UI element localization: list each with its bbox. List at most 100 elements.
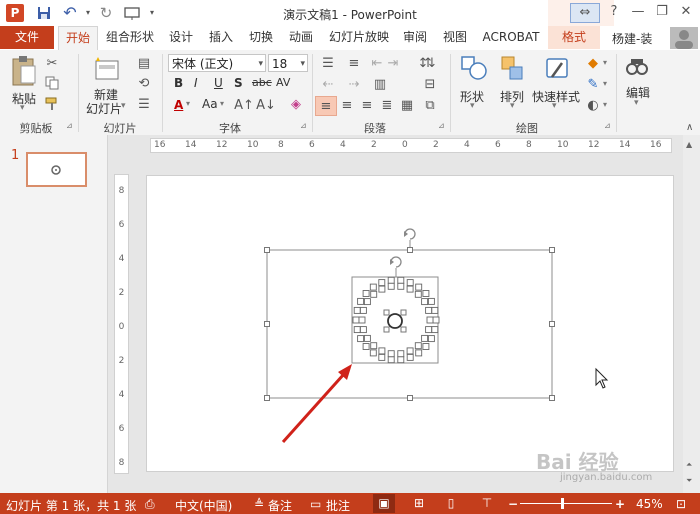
ring-point bbox=[359, 326, 367, 334]
comments-button[interactable]: 批注 bbox=[326, 497, 350, 514]
ring-point bbox=[369, 283, 377, 291]
ruler-tick-label: 14 bbox=[619, 140, 631, 150]
center-handle bbox=[400, 309, 407, 316]
ring-point bbox=[397, 282, 405, 290]
ring-point bbox=[414, 290, 422, 298]
ring-point bbox=[369, 349, 377, 357]
ruler-tick-label: 2 bbox=[433, 140, 439, 150]
ring-point bbox=[422, 290, 430, 297]
spell-check-icon[interactable]: ⎙ bbox=[145, 497, 155, 512]
group-resize-handle[interactable] bbox=[549, 247, 555, 253]
ruler-tick-label: 14 bbox=[185, 140, 197, 150]
selection-overlay bbox=[266, 228, 609, 444]
ring-point bbox=[427, 335, 435, 343]
ruler-tick-label: 0 bbox=[402, 140, 408, 150]
notes-icon[interactable]: ≜ bbox=[254, 497, 264, 511]
ring-point bbox=[353, 306, 361, 314]
ring-point bbox=[378, 279, 386, 287]
ruler-tick-label: 8 bbox=[278, 140, 284, 150]
ring-point bbox=[357, 335, 365, 343]
ruler-tick-label: 12 bbox=[216, 140, 228, 150]
ring-point bbox=[397, 356, 405, 364]
zoom-level[interactable]: 45% bbox=[636, 497, 663, 511]
ring-point bbox=[370, 342, 378, 350]
shape-rotate-handle-icon bbox=[390, 256, 402, 268]
ring-point bbox=[421, 298, 429, 306]
slide-sorter-view-button[interactable]: ⊞ bbox=[408, 494, 430, 513]
group-resize-handle[interactable] bbox=[407, 395, 413, 401]
ring-point bbox=[387, 356, 395, 364]
ruler-tick-label: 6 bbox=[118, 220, 125, 230]
ring-point bbox=[431, 326, 439, 334]
ring-point bbox=[362, 343, 370, 350]
ring-point bbox=[425, 326, 433, 334]
zoom-slider-track[interactable] bbox=[520, 503, 612, 504]
ruler-tick-label: 10 bbox=[557, 140, 569, 150]
ruler-tick-label: 6 bbox=[495, 140, 501, 150]
normal-view-button[interactable]: ▣ bbox=[373, 494, 395, 513]
ring-point bbox=[358, 316, 366, 324]
center-handle bbox=[383, 309, 390, 316]
zoom-in-button[interactable]: + bbox=[615, 497, 625, 511]
center-handle bbox=[383, 326, 390, 333]
group-resize-handle[interactable] bbox=[549, 321, 555, 327]
zoom-out-button[interactable]: − bbox=[508, 497, 518, 511]
ruler-tick-label: 4 bbox=[118, 254, 125, 264]
group-selection-box bbox=[266, 249, 553, 399]
group-resize-handle[interactable] bbox=[264, 395, 270, 401]
ring-point bbox=[362, 290, 370, 297]
ring-point bbox=[415, 283, 423, 291]
ruler-tick-label: 8 bbox=[118, 186, 125, 196]
ruler-tick-label: 6 bbox=[118, 424, 125, 434]
group-resize-handle[interactable] bbox=[264, 247, 270, 253]
annotation-arrow bbox=[281, 372, 346, 444]
ruler-tick-label: 2 bbox=[371, 140, 377, 150]
zoom-slider-thumb[interactable] bbox=[561, 498, 565, 509]
ruler-tick-label: 8 bbox=[526, 140, 532, 150]
ring-point bbox=[378, 353, 386, 361]
comments-icon[interactable]: ▭ bbox=[310, 497, 321, 511]
ring-point bbox=[427, 297, 435, 305]
ring-point bbox=[406, 279, 414, 287]
ruler-tick-label: 4 bbox=[464, 140, 470, 150]
ring-point bbox=[397, 350, 405, 358]
group-resize-handle[interactable] bbox=[407, 247, 413, 253]
ruler-tick-label: 6 bbox=[309, 140, 315, 150]
ring-point bbox=[363, 298, 371, 306]
ring-point bbox=[387, 282, 395, 290]
ruler-tick-label: 4 bbox=[340, 140, 346, 150]
scroll-up-icon[interactable]: ▲ bbox=[686, 140, 692, 149]
ruler-tick-label: 12 bbox=[588, 140, 600, 150]
ring-point bbox=[406, 353, 414, 361]
scroll-prev-slide-icon[interactable]: ⏶ bbox=[686, 460, 692, 470]
group-resize-handle[interactable] bbox=[549, 395, 555, 401]
slide-count-status: 幻灯片 第 1 张，共 1 张 bbox=[6, 499, 137, 513]
reading-view-button[interactable]: ▯ bbox=[440, 494, 462, 513]
scroll-next-slide-icon[interactable]: ⏷ bbox=[686, 476, 692, 486]
ring-point bbox=[378, 285, 386, 293]
ring-point bbox=[426, 316, 434, 324]
ruler-tick-label: 0 bbox=[118, 322, 125, 332]
notes-button[interactable]: 备注 bbox=[268, 497, 292, 514]
fit-to-window-icon[interactable]: ⊡ bbox=[676, 497, 686, 511]
ruler-tick-label: 10 bbox=[247, 140, 259, 150]
ring-point bbox=[357, 297, 365, 305]
ring-point bbox=[352, 316, 360, 324]
center-handle bbox=[400, 326, 407, 333]
ruler-tick-label: 16 bbox=[650, 140, 662, 150]
mouse-cursor-icon bbox=[595, 367, 609, 389]
ruler-tick-label: 16 bbox=[154, 140, 166, 150]
baidu-watermark: Bai 经验 bbox=[536, 450, 619, 474]
slideshow-view-button[interactable]: ⊤ bbox=[476, 494, 498, 513]
ring-point bbox=[421, 334, 429, 342]
language-status[interactable]: 中文(中国) bbox=[175, 497, 232, 514]
ring-point bbox=[359, 306, 367, 314]
ring-point bbox=[431, 306, 439, 314]
group-rotate-handle-icon bbox=[404, 228, 416, 240]
ring-point bbox=[406, 285, 414, 293]
group-resize-handle[interactable] bbox=[264, 321, 270, 327]
ring-point bbox=[363, 334, 371, 342]
vertical-scrollbar[interactable] bbox=[683, 135, 700, 493]
ring-point bbox=[406, 347, 414, 355]
ring-point bbox=[387, 350, 395, 358]
